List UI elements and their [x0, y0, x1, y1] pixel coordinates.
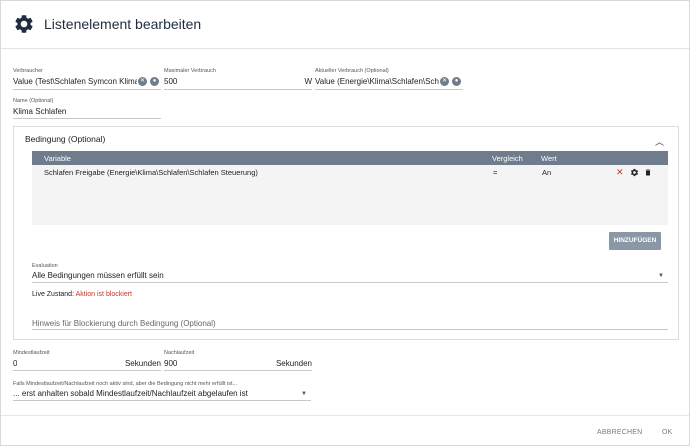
verbraucher-label: Verbraucher — [13, 68, 43, 74]
name-value: Klima Schlafen — [13, 107, 67, 116]
user-icon[interactable]: ● — [150, 77, 159, 86]
evaluation-underline — [32, 282, 668, 283]
falls-underline — [13, 400, 311, 401]
name-underline — [13, 118, 161, 119]
falls-label: Falls Mindestlaufzeit/Nachlaufzeit noch … — [13, 381, 238, 387]
column-vergleich[interactable]: Vergleich — [492, 154, 523, 163]
edit-list-item-dialog: Listenelement bearbeiten Verbraucher Val… — [0, 0, 690, 446]
max-verbrauch-underline — [164, 89, 312, 90]
hint-placeholder: Hinweis für Blockierung durch Bedingung … — [32, 319, 216, 328]
verbraucher-value: Value (Test\Schlafen Symcon Klima) — [13, 77, 137, 86]
delete-x-icon[interactable]: ✕ — [616, 167, 624, 178]
evaluation-label: Evaluation — [32, 263, 58, 269]
gear-icon — [15, 15, 33, 33]
condition-title: Bedingung (Optional) — [25, 134, 106, 144]
footer-divider — [1, 415, 689, 416]
aktueller-verbrauch-value: Value (Energie\Klima\Schlafen\Sch — [315, 77, 439, 86]
dialog-header: Listenelement bearbeiten — [1, 1, 689, 49]
live-status-label: Live Zustand: — [32, 291, 75, 298]
user-icon[interactable]: ● — [452, 77, 461, 86]
name-label: Name (Optional) — [13, 98, 54, 104]
row-vergleich: = — [493, 168, 498, 177]
nachlaufzeit-value: 900 — [164, 359, 178, 368]
add-button[interactable]: HINZUFÜGEN — [609, 232, 661, 250]
trash-icon[interactable] — [644, 168, 652, 177]
max-verbrauch-unit: W — [304, 77, 312, 86]
max-verbrauch-field[interactable]: Maximaler Verbrauch 500 W — [164, 68, 312, 90]
mindestlaufzeit-label: Mindestlaufzeit — [13, 350, 50, 356]
dropdown-caret-icon[interactable]: ▼ — [301, 391, 307, 397]
ok-button[interactable]: OK — [662, 429, 673, 436]
cancel-button[interactable]: ABBRECHEN — [597, 429, 642, 436]
dropdown-caret-icon[interactable]: ▼ — [658, 273, 664, 279]
nachlaufzeit-field[interactable]: Nachlaufzeit 900 Sekunden — [164, 350, 312, 371]
gear-icon[interactable] — [630, 168, 639, 177]
nachlaufzeit-underline — [164, 370, 312, 371]
name-field[interactable]: Name (Optional) Klima Schlafen — [13, 98, 161, 119]
condition-table: Variable Vergleich Wert Schlafen Freigab… — [32, 151, 668, 225]
mindestlaufzeit-unit: Sekunden — [124, 359, 161, 368]
clear-icon[interactable]: ✕ — [440, 77, 449, 86]
mindestlaufzeit-underline — [13, 370, 161, 371]
mindestlaufzeit-field[interactable]: Mindestlaufzeit 0 Sekunden — [13, 350, 161, 371]
chevron-up-icon[interactable]: ︿ — [655, 135, 664, 148]
live-status: Live Zustand: Aktion ist blockiert — [32, 291, 132, 298]
row-wert: An — [542, 168, 552, 177]
aktueller-verbrauch-underline — [315, 89, 463, 90]
evaluation-field[interactable]: Evaluation Alle Bedingungen müssen erfül… — [32, 263, 668, 283]
hint-underline — [32, 329, 668, 330]
hint-field[interactable]: Hinweis für Blockierung durch Bedingung … — [32, 316, 668, 330]
dialog-title: Listenelement bearbeiten — [44, 16, 202, 32]
nachlaufzeit-label: Nachlaufzeit — [164, 350, 195, 356]
aktueller-verbrauch-label: Aktueller Verbrauch (Optional) — [315, 68, 389, 74]
column-variable[interactable]: Variable — [44, 154, 71, 163]
max-verbrauch-value: 500 — [164, 77, 178, 86]
verbraucher-underline — [13, 89, 161, 90]
row-variable: Schlafen Freigabe (Energie\Klima\Schlafe… — [44, 168, 258, 177]
column-wert[interactable]: Wert — [541, 154, 557, 163]
live-status-value: Aktion ist blockiert — [75, 291, 133, 298]
evaluation-value: Alle Bedingungen müssen erfüllt sein — [32, 271, 164, 280]
falls-field[interactable]: Falls Mindestlaufzeit/Nachlaufzeit noch … — [13, 381, 311, 401]
mindestlaufzeit-value: 0 — [13, 359, 18, 368]
nachlaufzeit-unit: Sekunden — [275, 359, 312, 368]
falls-value: ... erst anhalten sobald Mindestlaufzeit… — [13, 389, 248, 398]
table-row[interactable]: Schlafen Freigabe (Energie\Klima\Schlafe… — [32, 166, 668, 179]
table-header: Variable Vergleich Wert — [32, 151, 668, 165]
clear-icon[interactable]: ✕ — [138, 77, 147, 86]
max-verbrauch-label: Maximaler Verbrauch — [164, 68, 216, 74]
